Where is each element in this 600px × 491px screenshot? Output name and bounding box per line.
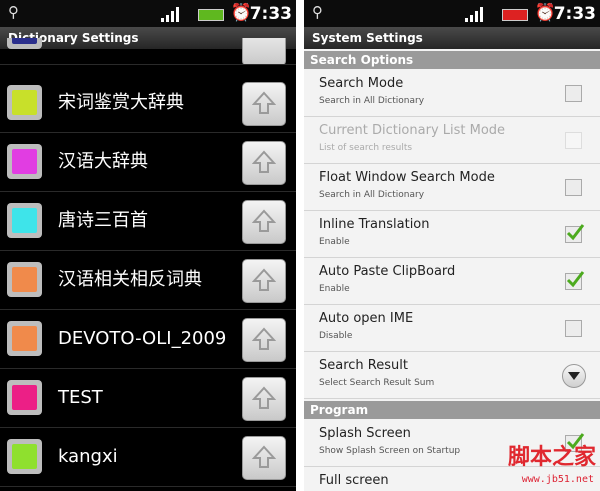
preference-title: Inline Translation <box>319 217 430 232</box>
arrow-up-icon <box>252 327 276 350</box>
preference-title: Splash Screen <box>319 426 411 441</box>
dictionary-color-swatch[interactable] <box>7 144 42 179</box>
preference-title: Float Window Search Mode <box>319 170 495 185</box>
watermark-url: www.jb51.net <box>521 474 594 485</box>
search-result-dropdown[interactable] <box>562 364 586 388</box>
preference-item[interactable]: Auto Paste ClipBoard Enable <box>304 258 600 305</box>
dictionary-color-swatch[interactable] <box>7 380 42 415</box>
preference-checkbox[interactable] <box>565 320 582 337</box>
dictionary-name: DEVOTO-OLI_2009 <box>58 328 227 349</box>
preference-summary: Disable <box>319 331 353 341</box>
preference-title: Auto Paste ClipBoard <box>319 264 456 279</box>
preference-title: Auto open IME <box>319 311 414 326</box>
dictionary-color-swatch[interactable] <box>7 262 42 297</box>
usb-icon: ⚲ <box>8 3 19 21</box>
dictionary-list-item[interactable]: 宋词鉴赏大辞典 <box>0 74 296 133</box>
preference-summary: Select Search Result Sum <box>319 378 435 388</box>
move-up-button[interactable] <box>242 200 286 244</box>
list-item-partial[interactable] <box>0 38 296 65</box>
dictionary-settings-screen: ⚲ ⏰ 7:33 Dictionary Settings 宋词鉴赏大辞典 汉语大辞… <box>0 0 296 491</box>
battery-icon <box>198 9 224 21</box>
preference-item[interactable]: Search Result Select Search Result Sum <box>304 352 600 399</box>
battery-icon <box>502 9 528 21</box>
check-icon <box>566 271 585 288</box>
dictionary-list-item[interactable]: TEST <box>0 369 296 428</box>
move-up-button[interactable] <box>242 38 286 64</box>
dictionary-name: TEST <box>58 387 103 408</box>
preference-summary: Show Splash Screen on Startup <box>319 446 461 456</box>
preference-checkbox[interactable] <box>565 132 582 149</box>
preference-checkbox[interactable] <box>565 85 582 102</box>
preference-title: Search Mode <box>319 76 404 91</box>
dictionary-name: kangxi <box>58 446 118 467</box>
arrow-up-icon <box>252 268 276 291</box>
move-up-button[interactable] <box>242 318 286 362</box>
dictionary-color-swatch[interactable] <box>7 321 42 356</box>
dictionary-color-swatch[interactable] <box>7 203 42 238</box>
preference-summary: Enable <box>319 237 350 247</box>
section-header-program: Program <box>304 401 600 419</box>
dictionary-name: 唐诗三百首 <box>58 210 148 231</box>
dictionary-list-item[interactable]: DEVOTO-OLI_2009 <box>0 310 296 369</box>
usb-icon: ⚲ <box>312 3 323 21</box>
preference-checkbox[interactable] <box>565 179 582 196</box>
preference-title: Full screen <box>319 473 389 488</box>
dictionary-list-item[interactable]: kangxi <box>0 428 296 487</box>
preference-item[interactable]: Float Window Search Mode Search in All Di… <box>304 164 600 211</box>
move-up-button[interactable] <box>242 259 286 303</box>
dictionary-color-swatch[interactable] <box>7 439 42 474</box>
dictionary-name: 汉语大辞典 <box>58 151 148 172</box>
preference-item[interactable]: Current Dictionary List Mode List of sear… <box>304 117 600 164</box>
preference-checkbox[interactable] <box>565 224 585 243</box>
arrow-up-icon <box>252 150 276 173</box>
status-bar: ⚲ ⏰ 7:33 <box>0 0 296 27</box>
dictionary-color-swatch[interactable] <box>7 85 42 120</box>
arrow-up-icon <box>252 386 276 409</box>
status-clock: 7:33 <box>553 4 596 24</box>
check-icon <box>566 224 585 241</box>
arrow-up-icon <box>252 209 276 232</box>
preference-summary: List of search results <box>319 143 413 153</box>
preference-item[interactable]: Auto open IME Disable <box>304 305 600 352</box>
move-up-button[interactable] <box>242 436 286 480</box>
preference-summary: Search in All Dictionary <box>319 190 425 200</box>
chevron-down-icon <box>568 372 580 380</box>
preference-checkbox[interactable] <box>565 271 585 290</box>
dictionary-color-swatch <box>7 38 42 49</box>
dictionary-list-item[interactable]: 汉语相关相反词典 <box>0 251 296 310</box>
system-settings-screen: ⚲ ⏰ 7:33 System Settings Search Options … <box>304 0 600 491</box>
preference-title: Search Result <box>319 358 408 373</box>
move-up-button[interactable] <box>242 141 286 185</box>
status-clock: 7:33 <box>249 4 292 24</box>
preference-item[interactable]: Search Mode Search in All Dictionary <box>304 70 600 117</box>
move-up-button[interactable] <box>242 377 286 421</box>
page-title: System Settings <box>304 27 600 49</box>
signal-icon <box>465 7 483 22</box>
dictionary-list-item[interactable]: 唐诗三百首 <box>0 192 296 251</box>
dictionary-name: 汉语相关相反词典 <box>58 269 202 290</box>
section-header-search-options: Search Options <box>304 51 600 69</box>
preference-title: Current Dictionary List Mode <box>319 123 506 138</box>
arrow-up-icon <box>252 445 276 468</box>
preference-summary: Search in All Dictionary <box>319 96 425 106</box>
arrow-up-icon <box>252 91 276 114</box>
dictionary-list-item[interactable]: 汉语大辞典 <box>0 133 296 192</box>
move-up-button[interactable] <box>242 82 286 126</box>
signal-icon <box>161 7 179 22</box>
status-bar: ⚲ ⏰ 7:33 <box>304 0 600 27</box>
watermark-logo: 脚本之家 <box>507 445 596 470</box>
dictionary-name: 宋词鉴赏大辞典 <box>58 92 184 113</box>
preference-summary: Enable <box>319 284 350 294</box>
preference-item[interactable]: Inline Translation Enable <box>304 211 600 258</box>
